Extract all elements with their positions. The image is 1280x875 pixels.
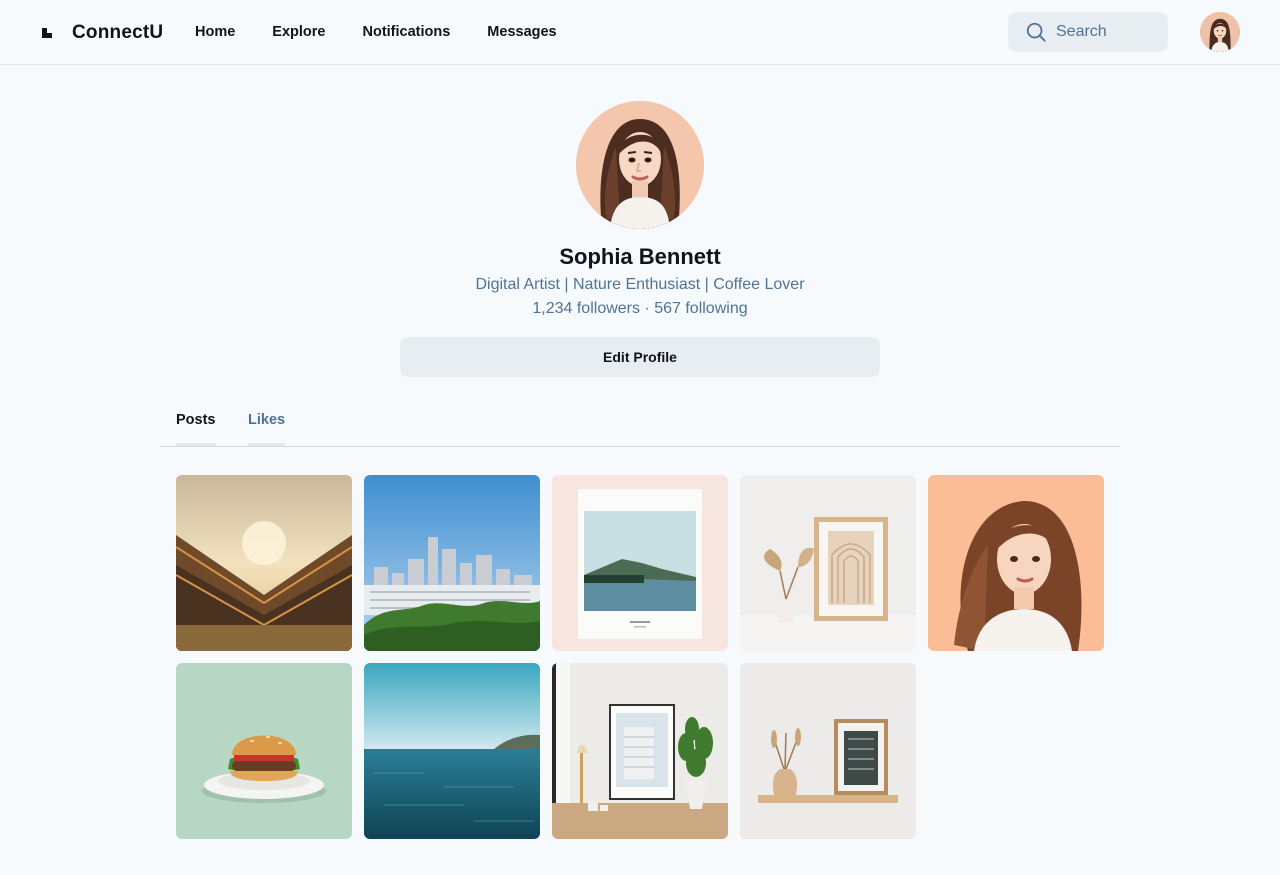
app-title: ConnectU — [72, 22, 164, 43]
post-thumbnail-framed-building-photo[interactable] — [552, 663, 728, 839]
tab-likes[interactable]: Likes — [248, 400, 286, 446]
post-thumbnail-framed-arch-art[interactable] — [740, 475, 916, 651]
search-icon — [1026, 22, 1046, 42]
post-thumbnail-mountain-sunset[interactable] — [176, 475, 352, 651]
logo-icon — [40, 25, 56, 41]
profile-tabs: Posts Likes — [160, 400, 1120, 447]
profile-name: Sophia Bennett — [559, 244, 721, 269]
post-thumbnail-city-skyline[interactable] — [364, 475, 540, 651]
profile-bio: Digital Artist | Nature Enthusiast | Cof… — [475, 276, 805, 293]
post-thumbnail-framed-lake-print[interactable] — [552, 475, 728, 651]
post-thumbnail-burger[interactable] — [176, 663, 352, 839]
post-thumbnail-woman-portrait[interactable] — [928, 475, 1104, 651]
nav-home[interactable]: Home — [195, 24, 235, 40]
user-avatar[interactable] — [1200, 12, 1240, 52]
nav-explore[interactable]: Explore — [272, 24, 325, 40]
profile-stats[interactable]: 1,234 followers · 567 following — [0, 300, 1280, 318]
post-thumbnail-framed-art-shelf[interactable] — [740, 663, 916, 839]
post-thumbnail-ocean[interactable] — [364, 663, 540, 839]
profile-avatar[interactable] — [576, 101, 704, 229]
tab-posts[interactable]: Posts — [176, 400, 216, 446]
nav-messages[interactable]: Messages — [487, 24, 556, 40]
search-placeholder: Search — [1056, 23, 1107, 40]
search-input[interactable]: Search — [1008, 12, 1168, 52]
main-nav: Home Explore Notifications Messages — [195, 0, 594, 64]
edit-profile-button[interactable]: Edit Profile — [400, 337, 880, 377]
brand[interactable]: ConnectU — [40, 22, 163, 44]
nav-notifications[interactable]: Notifications — [362, 24, 450, 40]
top-bar: ConnectU Home Explore Notifications Mess… — [0, 0, 1280, 65]
